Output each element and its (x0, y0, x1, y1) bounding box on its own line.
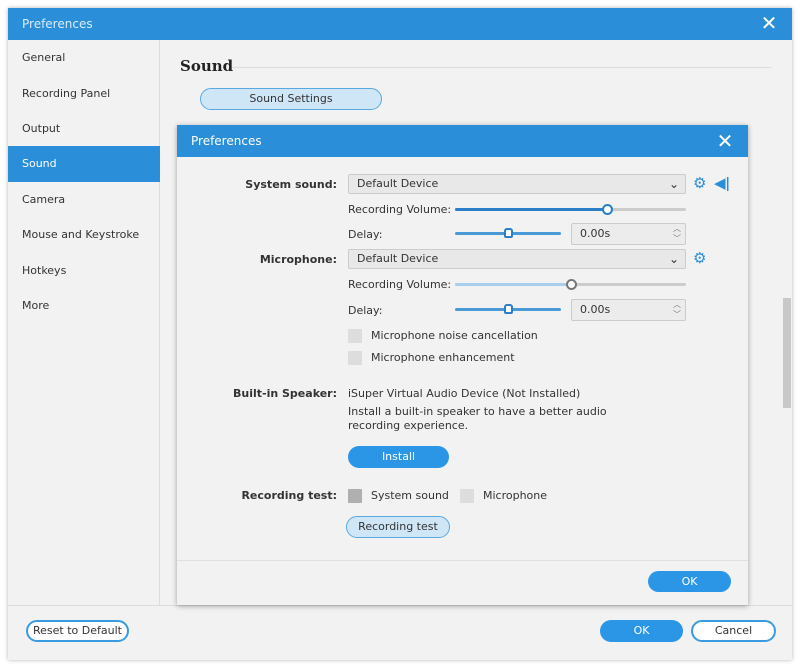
system-delay-input[interactable]: 0.00s ︿ ﹀ (571, 223, 686, 245)
mic-delay-slider[interactable] (455, 304, 561, 314)
mic-delay-label: Delay: (348, 304, 383, 317)
section-title: Sound (180, 57, 234, 75)
dialog-footer-divider (177, 560, 748, 561)
enhancement-checkbox[interactable] (348, 351, 362, 365)
speaker-device: iSuper Virtual Audio Device (Not Install… (348, 387, 581, 400)
reset-to-default-button[interactable]: Reset to Default (26, 620, 129, 642)
cancel-button[interactable]: Cancel (691, 620, 776, 642)
speaker-description: Install a built-in speaker to have a bet… (348, 405, 607, 432)
slider-fill (455, 283, 571, 286)
sidebar-item-camera[interactable]: Camera (8, 182, 160, 218)
install-button[interactable]: Install (348, 446, 449, 468)
mic-volume-label: Recording Volume: (348, 278, 452, 291)
test-system-sound-label: System sound (371, 489, 449, 502)
chevron-down-icon: ⌄ (668, 177, 679, 191)
spinner-arrows-icon[interactable]: ︿ ﹀ (673, 300, 681, 320)
dialog-ok-button[interactable]: OK (648, 571, 731, 592)
divider (232, 67, 772, 68)
system-volume-slider[interactable] (455, 204, 686, 215)
dialog-close-icon[interactable]: ✕ (710, 126, 740, 156)
slider-knob[interactable] (602, 204, 614, 215)
system-volume-label: Recording Volume: (348, 203, 452, 216)
enhancement-label: Microphone enhancement (371, 351, 515, 364)
sidebar-item-general[interactable]: General (8, 40, 160, 76)
system-sound-label: System sound: (245, 178, 337, 191)
test-microphone-checkbox[interactable] (460, 489, 474, 503)
slider-knob[interactable] (504, 304, 513, 314)
sound-settings-button[interactable]: Sound Settings (200, 88, 382, 110)
microphone-label: Microphone: (259, 253, 337, 266)
sidebar-item-output[interactable]: Output (8, 111, 160, 147)
spinner-arrows-icon[interactable]: ︿ ﹀ (673, 224, 681, 244)
system-sound-value: Default Device (357, 177, 439, 190)
sidebar-item-sound[interactable]: Sound (8, 146, 160, 182)
ok-button[interactable]: OK (600, 620, 683, 642)
slider-knob[interactable] (565, 279, 577, 290)
sidebar-item-recording-panel[interactable]: Recording Panel (8, 76, 160, 112)
system-delay-slider[interactable] (455, 228, 561, 238)
delay-value: 0.00s (580, 227, 611, 240)
gear-icon[interactable]: ⚙ (693, 249, 706, 267)
recording-test-button[interactable]: Recording test (346, 516, 450, 538)
sidebar-item-more[interactable]: More (8, 288, 160, 324)
noise-cancellation-label: Microphone noise cancellation (371, 329, 538, 342)
mic-volume-slider[interactable] (455, 279, 686, 290)
gear-icon[interactable]: ⚙ (693, 174, 706, 192)
sidebar-item-mouse-keystroke[interactable]: Mouse and Keystroke (8, 217, 160, 253)
test-microphone-label: Microphone (483, 489, 548, 502)
system-delay-label: Delay: (348, 228, 383, 241)
sidebar-item-hotkeys[interactable]: Hotkeys (8, 253, 160, 289)
dialog-title: Preferences (177, 125, 748, 157)
chevron-down-icon: ⌄ (668, 252, 679, 266)
speaker-label: Built-in Speaker: (233, 387, 337, 400)
noise-cancellation-checkbox[interactable] (348, 329, 362, 343)
recording-test-label: Recording test: (241, 489, 337, 502)
delay-value: 0.00s (580, 303, 611, 316)
microphone-value: Default Device (357, 252, 439, 265)
mic-delay-input[interactable]: 0.00s ︿ ﹀ (571, 299, 686, 321)
close-icon[interactable]: ✕ (754, 8, 784, 38)
sidebar: General Recording Panel Output Sound Cam… (8, 40, 160, 605)
slider-fill (455, 208, 608, 211)
scrollbar-thumb[interactable] (783, 298, 791, 408)
system-sound-select[interactable]: Default Device ⌄ (348, 174, 686, 194)
window-title: Preferences (8, 8, 792, 40)
speaker-volume-icon[interactable]: ◀ǀ (714, 174, 730, 192)
test-system-sound-checkbox[interactable] (348, 489, 362, 503)
microphone-select[interactable]: Default Device ⌄ (348, 249, 686, 269)
sound-settings-dialog: Preferences ✕ System sound: Default Devi… (177, 125, 748, 605)
footer-divider (8, 605, 792, 606)
slider-knob[interactable] (504, 228, 513, 238)
